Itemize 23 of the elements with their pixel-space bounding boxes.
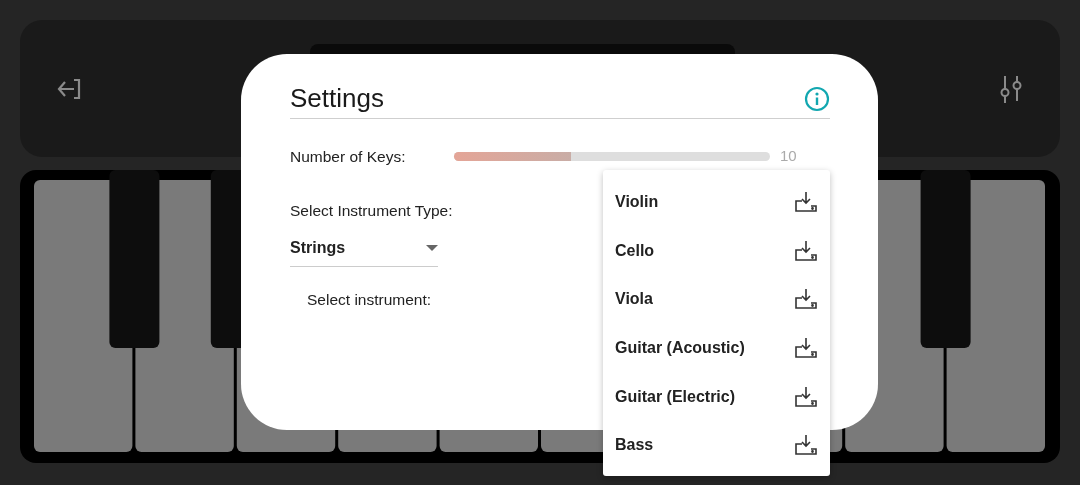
download-icon [794,337,818,360]
instrument-menu-item[interactable]: Guitar (Electric) [603,372,830,421]
info-icon[interactable] [804,85,830,112]
settings-icon[interactable] [998,73,1024,104]
instrument-menu-item[interactable]: Guitar (Acoustic) [603,323,830,373]
download-icon [794,239,818,262]
instrument-label: Select instrument: [307,290,432,311]
download-icon [794,191,818,214]
keys-label: Number of Keys: [290,146,407,167]
instrument-menu-item[interactable]: Cello [603,226,830,276]
download-icon [794,434,818,457]
download-icon [794,385,818,408]
dialog-title: Settings [290,82,384,115]
keys-value: 10 [780,146,797,167]
instrument-menu-item[interactable]: Violin [603,178,830,227]
caret-icon [426,245,438,252]
instrument-type-dropdown[interactable]: Strings [290,230,438,268]
type-label: Select Instrument Type: [290,201,453,222]
download-icon [794,288,818,311]
instrument-menu-item[interactable]: Viola [603,275,830,324]
exit-icon[interactable] [56,76,82,101]
keys-slider[interactable] [454,151,770,161]
instrument-menu-item[interactable]: Bass [603,420,830,470]
